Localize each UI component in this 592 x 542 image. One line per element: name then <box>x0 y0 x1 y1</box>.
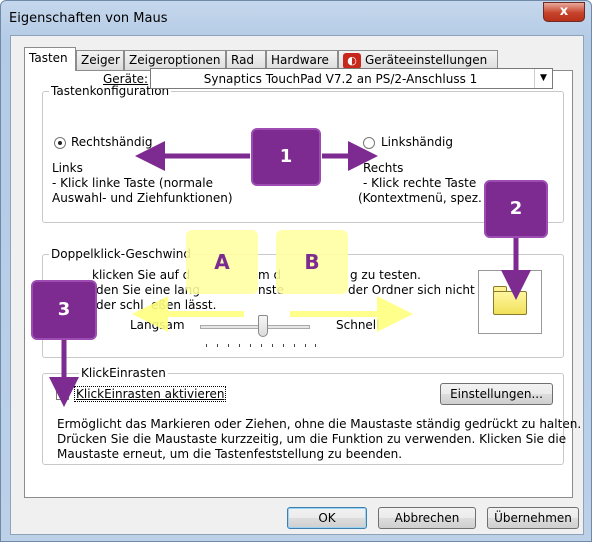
right-handed-label[interactable]: Rechtshändig <box>71 135 152 149</box>
annotation-1: 1 <box>251 128 321 186</box>
right-button-title: Rechts <box>363 161 404 175</box>
tab-geraeteeinstellungen-label: Geräteeinstellungen <box>365 53 488 67</box>
apply-button[interactable]: Übernehmen <box>487 507 579 529</box>
cancel-button[interactable]: Abbrechen <box>378 507 476 529</box>
left-handed-label[interactable]: Linkshändig <box>381 135 453 149</box>
clicklock-checkbox[interactable]: ✔ <box>56 387 69 400</box>
doubleclick-text-2: den Sie eine lang <box>96 283 200 297</box>
test-folder-box[interactable] <box>478 270 542 334</box>
clicklock-checkbox-label[interactable]: KlickEinrasten aktivieren <box>74 386 227 402</box>
folder-icon[interactable] <box>493 291 527 315</box>
device-dropdown[interactable]: Synaptics TouchPad V7.2 an PS/2-Anschlus… <box>150 68 553 89</box>
left-button-title: Links <box>52 161 83 175</box>
tab-tasten[interactable]: Tasten <box>24 47 76 71</box>
left-button-desc-1: - Klick linke Taste (normale <box>52 176 213 190</box>
annotation-3: 3 <box>31 280 97 340</box>
annotation-2: 2 <box>484 180 548 238</box>
annotation-a: A <box>186 230 258 294</box>
clicklock-settings-button[interactable]: Einstellungen... <box>440 383 553 405</box>
title-bar[interactable]: Eigenschaften von Maus x <box>1 1 591 35</box>
doubleclick-label: Doppelklick-Geschwind <box>49 247 193 261</box>
device-label: Geräte: <box>103 72 149 86</box>
right-button-desc-2: (Kontextmenü, spez. <box>358 191 482 205</box>
clicklock-description-3: Maustaste erneut, um die Tastenfeststell… <box>57 447 403 461</box>
fast-label: Schnell <box>336 318 380 332</box>
chevron-down-icon[interactable]: ▼ <box>534 69 552 88</box>
clicklock-description-1: Ermöglicht das Markieren oder Ziehen, oh… <box>57 417 582 431</box>
window-title: Eigenschaften von Maus <box>9 11 168 26</box>
clicklock-description-2: Drücken Sie die Maustaste kurzzeitig, um… <box>57 432 567 446</box>
left-button-desc-2: Auswahl- und Ziehfunktionen) <box>52 191 233 205</box>
doubleclick-text-2c: der Ordner sich nicht <box>348 283 475 297</box>
right-button-desc-1: - Klick rechte Taste <box>363 176 477 190</box>
slider-ticks <box>206 344 316 350</box>
clicklock-label: KlickEinrasten <box>79 366 168 380</box>
tab-geraeteeinstellungen[interactable]: ◐ Geräteeinstellungen <box>338 50 498 70</box>
tab-hardware[interactable]: Hardware <box>266 50 338 70</box>
doubleclick-speed-thumb[interactable] <box>258 315 268 337</box>
doubleclick-text-1c: g zu testen. <box>350 268 421 282</box>
doubleclick-text-1: klicken Sie auf d <box>92 268 191 282</box>
tab-zeiger[interactable]: Zeiger <box>76 50 124 70</box>
slow-label: Langsam <box>130 318 185 332</box>
annotation-b: B <box>276 230 348 294</box>
doubleclick-speed-track[interactable] <box>200 325 310 329</box>
device-value: Synaptics TouchPad V7.2 an PS/2-Anschlus… <box>203 72 478 86</box>
doubleclick-text-3: der schl <box>96 298 144 312</box>
close-button[interactable]: x <box>543 2 585 22</box>
right-handed-radio[interactable] <box>54 137 66 149</box>
doubleclick-text-3b: eßen lässt. <box>151 298 217 312</box>
tab-rad[interactable]: Rad <box>226 50 266 70</box>
ok-button[interactable]: OK <box>287 507 367 529</box>
synaptics-icon: ◐ <box>343 53 361 69</box>
left-handed-radio[interactable] <box>363 137 375 149</box>
tab-zeigeroptionen[interactable]: Zeigeroptionen <box>124 50 226 70</box>
